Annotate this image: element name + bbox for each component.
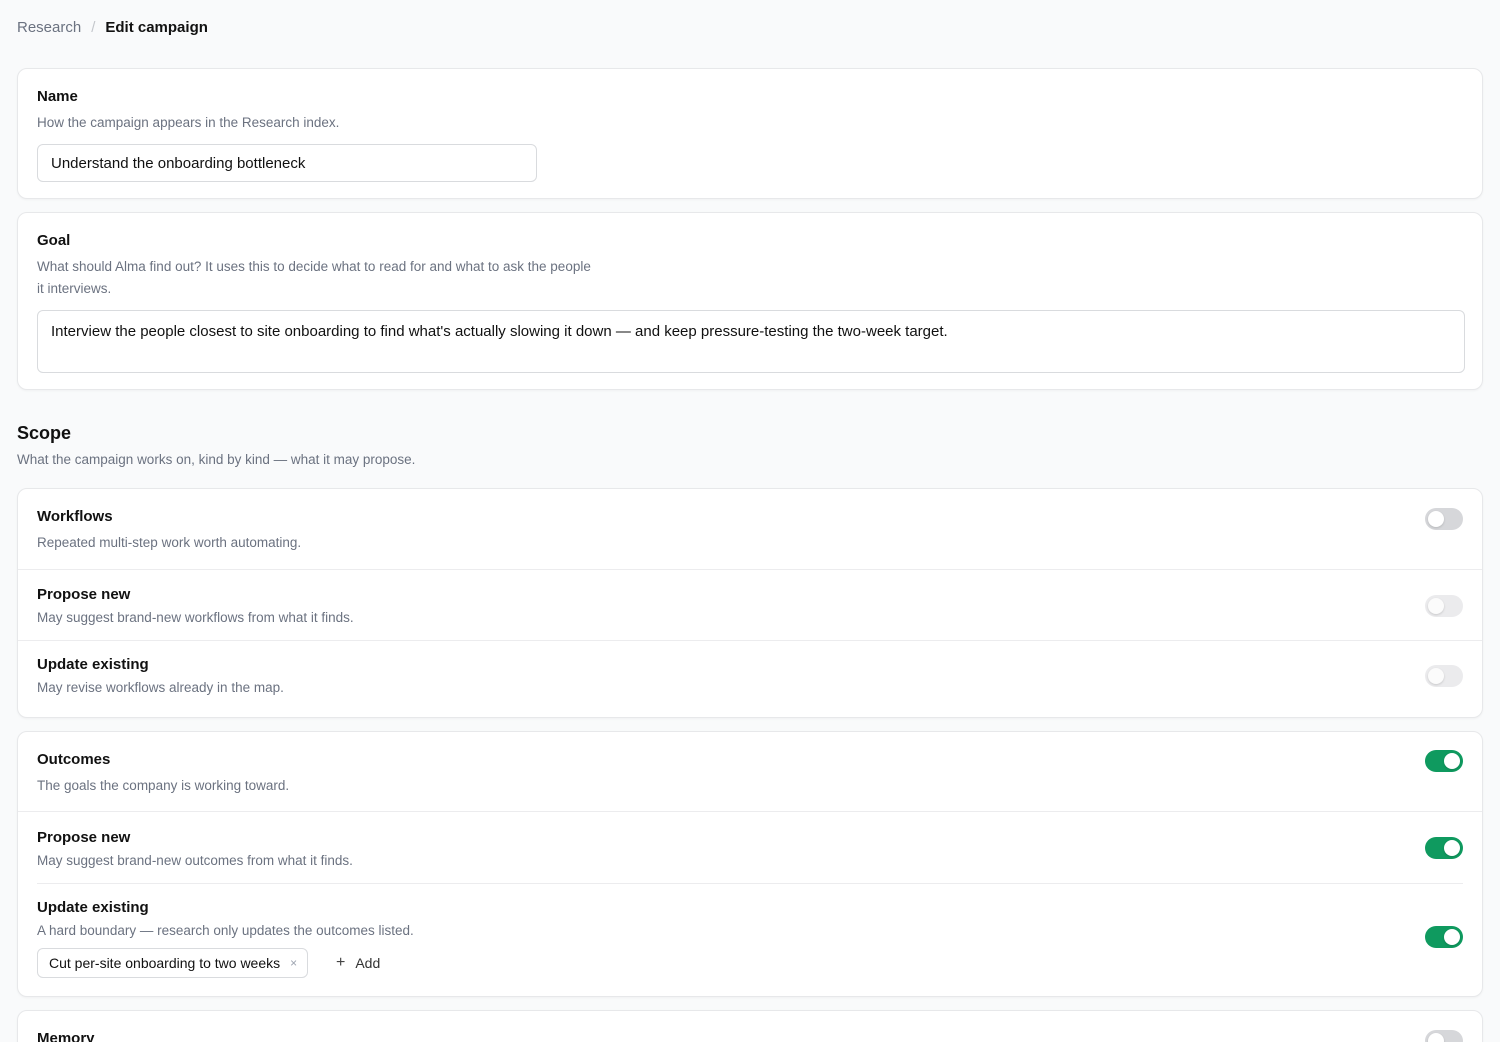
name-field-title: Name <box>37 88 78 105</box>
workflows-card: Workflows Repeated multi-step work worth… <box>17 488 1483 718</box>
divider <box>37 883 1463 884</box>
outcomes-toggle[interactable] <box>1425 750 1463 772</box>
toggle-knob <box>1444 840 1460 856</box>
add-outcome-button[interactable]: + Add <box>336 948 380 978</box>
goal-field-title: Goal <box>37 232 71 249</box>
toggle-knob <box>1444 753 1460 769</box>
goal-field-description-line2: it interviews. <box>37 281 112 296</box>
edit-campaign-page: Research / Edit campaign Name How the ca… <box>0 0 1500 1042</box>
outcomes-update-existing-title: Update existing <box>37 899 149 916</box>
workflows-update-existing-description: May revise workflows already in the map. <box>37 680 284 695</box>
chip-remove-icon[interactable]: × <box>290 956 297 970</box>
toggle-knob <box>1428 598 1444 614</box>
memory-toggle[interactable] <box>1425 1030 1463 1042</box>
toggle-knob <box>1428 1033 1444 1042</box>
toggle-knob <box>1444 929 1460 945</box>
divider <box>18 569 1482 570</box>
workflows-update-existing-toggle[interactable] <box>1425 665 1463 687</box>
breadcrumb-research-link[interactable]: Research <box>17 19 81 36</box>
name-input[interactable]: Understand the onboarding bottleneck <box>37 144 537 182</box>
memory-title: Memory <box>37 1030 95 1042</box>
outcomes-propose-new-toggle[interactable] <box>1425 837 1463 859</box>
scope-heading: Scope <box>17 423 72 443</box>
goal-textarea[interactable]: Interview the people closest to site onb… <box>37 310 1465 373</box>
breadcrumb: Research / Edit campaign <box>17 17 208 37</box>
goal-field-description-line1: What should Alma find out? It uses this … <box>37 259 591 274</box>
outcomes-description: The goals the company is working toward. <box>37 778 290 793</box>
toggle-knob <box>1428 668 1444 684</box>
outcomes-card: Outcomes The goals the company is workin… <box>17 731 1483 997</box>
divider <box>18 640 1482 641</box>
name-card: Name How the campaign appears in the Res… <box>17 68 1483 199</box>
outcome-chip: Cut per-site onboarding to two weeks × <box>37 948 309 978</box>
workflows-update-existing-title: Update existing <box>37 656 149 673</box>
outcomes-propose-new-description: May suggest brand-new outcomes from what… <box>37 853 353 868</box>
breadcrumb-current: Edit campaign <box>105 18 208 36</box>
outcome-chip-label: Cut per-site onboarding to two weeks <box>49 955 281 971</box>
workflows-title: Workflows <box>37 508 113 525</box>
breadcrumb-separator: / <box>91 18 96 36</box>
workflows-propose-new-toggle[interactable] <box>1425 595 1463 617</box>
outcomes-title: Outcomes <box>37 751 111 768</box>
workflows-propose-new-description: May suggest brand-new workflows from wha… <box>37 610 354 625</box>
workflows-description: Repeated multi-step work worth automatin… <box>37 535 302 550</box>
goal-card: Goal What should Alma find out? It uses … <box>17 212 1483 390</box>
plus-icon: + <box>336 954 346 971</box>
outcomes-propose-new-title: Propose new <box>37 829 131 846</box>
outcomes-update-existing-toggle[interactable] <box>1425 926 1463 948</box>
divider <box>18 811 1482 812</box>
toggle-knob <box>1428 511 1444 527</box>
memory-card: Memory <box>17 1010 1483 1042</box>
workflows-toggle[interactable] <box>1425 508 1463 530</box>
outcomes-update-existing-description: A hard boundary — research only updates … <box>37 923 414 938</box>
scope-description: What the campaign works on, kind by kind… <box>17 452 416 467</box>
name-field-description: How the campaign appears in the Research… <box>37 115 340 130</box>
workflows-propose-new-title: Propose new <box>37 586 131 603</box>
add-outcome-label: Add <box>355 955 381 971</box>
